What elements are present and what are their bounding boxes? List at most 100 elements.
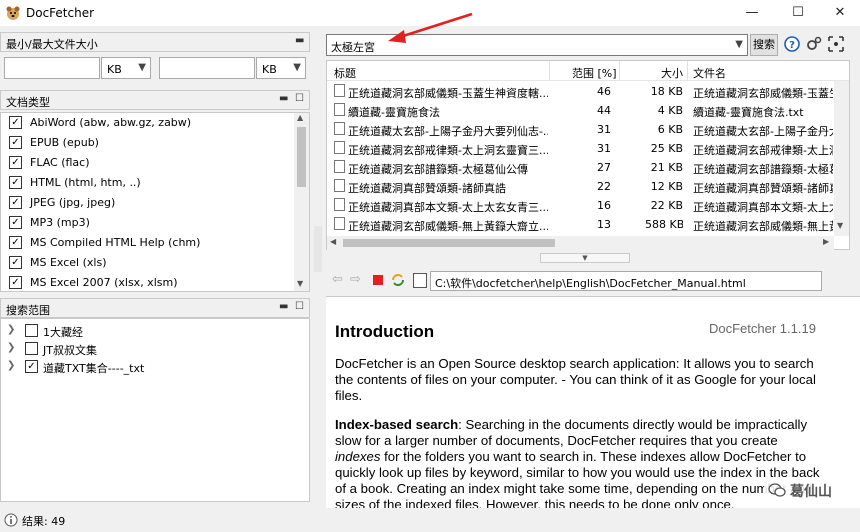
chevron-right-icon[interactable]: ❯ bbox=[7, 360, 15, 371]
row-title: 續道藏-靈寶施食法 bbox=[348, 106, 440, 119]
document-icon bbox=[334, 103, 345, 116]
tree-item-label: JT叔叔文集 bbox=[43, 344, 97, 357]
help-icon[interactable]: ? bbox=[783, 35, 801, 53]
row-score: 44 bbox=[597, 104, 611, 117]
window-title: DocFetcher bbox=[26, 6, 95, 20]
maximize-panel-icon[interactable]: ☐ bbox=[295, 301, 304, 312]
chevron-down-icon[interactable]: ▼ bbox=[735, 39, 743, 50]
back-icon[interactable]: ⇦ bbox=[332, 272, 343, 287]
row-size: 588 KB bbox=[645, 218, 683, 231]
column-header-filename[interactable]: 文件名 bbox=[693, 65, 726, 81]
row-size: 18 KB bbox=[650, 85, 683, 98]
document-preview: Introduction DocFetcher 1.1.19 DocFetche… bbox=[326, 296, 860, 508]
file-type-scrollbar[interactable]: ▲ ▼ bbox=[294, 113, 309, 291]
document-icon bbox=[334, 160, 345, 173]
wechat-icon bbox=[768, 483, 786, 497]
scroll-down-icon[interactable]: ▼ bbox=[297, 279, 303, 288]
minimize-panel-icon[interactable]: ▬ bbox=[295, 35, 304, 46]
scope-title: 搜索范围 bbox=[6, 304, 50, 317]
row-filename: 正统道藏洞玄部威儀類-玉蓋生 bbox=[693, 87, 833, 100]
minimize-panel-icon[interactable]: ▬ bbox=[279, 93, 288, 104]
row-size: 21 KB bbox=[650, 161, 683, 174]
min-size-unit-select[interactable]: KB ▼ bbox=[101, 57, 151, 79]
min-unit-label: KB bbox=[107, 63, 122, 76]
row-title: 正统道藏太玄部-上陽子金丹大要列仙志-... bbox=[348, 125, 548, 138]
table-row[interactable]: 正统道藏洞玄部譜籙類-太極葛仙公傳 27 21 KB 正统道藏洞玄部譜籙類-太極… bbox=[327, 158, 849, 177]
url-field[interactable]: C:\软件\docfetcher\help\English\DocFetcher… bbox=[430, 271, 822, 291]
doc-version: DocFetcher 1.1.19 bbox=[709, 321, 816, 336]
results-vertical-scrollbar[interactable]: ▼ bbox=[834, 81, 849, 236]
status-bar: 结果: 49 bbox=[0, 508, 860, 532]
table-row[interactable]: 正统道藏洞真部本文類-太上太玄女青三... 16 22 KB 正统道藏洞真部本文… bbox=[327, 196, 849, 215]
file-type-label: FLAC (flac) bbox=[30, 156, 90, 169]
gear-icon[interactable] bbox=[805, 35, 823, 53]
refresh-icon[interactable] bbox=[390, 272, 406, 288]
checkbox[interactable]: ✓ bbox=[9, 276, 22, 289]
pane-splitter[interactable] bbox=[314, 226, 322, 272]
info-icon bbox=[4, 513, 18, 527]
checkbox[interactable]: ✓ bbox=[9, 176, 22, 189]
result-count: 结果: 49 bbox=[22, 515, 66, 528]
stop-icon[interactable] bbox=[373, 275, 383, 285]
scope-header: 搜索范围 ▬ ☐ bbox=[0, 298, 310, 318]
row-score: 16 bbox=[597, 199, 611, 212]
file-type-list: ✓ AbiWord (abw, abw.gz, zabw) ✓ EPUB (epub… bbox=[0, 112, 310, 292]
maximize-button[interactable]: ☐ bbox=[778, 0, 818, 26]
page-icon bbox=[413, 273, 427, 288]
min-size-input[interactable] bbox=[4, 57, 100, 79]
doc-text: for the folders you want to search in. T… bbox=[335, 449, 820, 508]
dog-logo-icon bbox=[6, 6, 20, 20]
collapse-handle-icon[interactable]: ▼ bbox=[540, 253, 630, 263]
maximize-panel-icon[interactable]: ☐ bbox=[295, 93, 304, 104]
results-horizontal-scrollbar[interactable]: ◀ ▶ bbox=[327, 236, 834, 250]
checkbox[interactable]: ✓ bbox=[9, 136, 22, 149]
minimize-panel-icon[interactable]: ▬ bbox=[279, 301, 288, 312]
file-type-label: JPEG (jpg, jpeg) bbox=[30, 196, 116, 209]
scroll-left-icon[interactable]: ◀ bbox=[330, 237, 336, 246]
checkbox[interactable]: ✓ bbox=[9, 156, 22, 169]
table-row[interactable]: 正统道藏洞真部贊頌類-諸師真誥 22 12 KB 正统道藏洞真部贊頌類-諸師真 bbox=[327, 177, 849, 196]
maximize-view-icon[interactable] bbox=[827, 35, 845, 53]
checkbox[interactable]: ✓ bbox=[9, 236, 22, 249]
scroll-track[interactable] bbox=[837, 87, 846, 217]
minimize-button[interactable]: — bbox=[732, 0, 772, 26]
row-score: 46 bbox=[597, 85, 611, 98]
checkbox[interactable]: ✓ bbox=[9, 196, 22, 209]
table-row[interactable]: 正统道藏洞玄部威儀類-無上黃籙大齋立... 13 588 KB 正统道藏洞玄部威… bbox=[327, 215, 849, 234]
row-title: 正统道藏洞玄部戒律類-太上洞玄靈寶三... bbox=[348, 144, 548, 157]
checkbox[interactable]: ✓ bbox=[25, 360, 38, 373]
row-filename: 正统道藏洞真部本文類-太上太 bbox=[693, 201, 833, 214]
scroll-thumb[interactable] bbox=[297, 127, 306, 187]
file-types-header: 文档类型 ▬ ☐ bbox=[0, 90, 310, 110]
max-size-input[interactable] bbox=[159, 57, 255, 79]
scroll-up-icon[interactable]: ▲ bbox=[297, 113, 303, 122]
scroll-right-icon[interactable]: ▶ bbox=[823, 237, 829, 246]
chevron-right-icon[interactable]: ❯ bbox=[7, 342, 15, 353]
document-icon bbox=[334, 122, 345, 135]
table-row[interactable]: 續道藏-靈寶施食法 44 4 KB 續道藏-靈寶施食法.txt bbox=[327, 101, 849, 120]
checkbox[interactable]: ✓ bbox=[9, 256, 22, 269]
checkbox[interactable] bbox=[25, 342, 38, 355]
scroll-down-icon[interactable]: ▼ bbox=[837, 221, 843, 230]
doc-paragraph-1: DocFetcher is an Open Source desktop sea… bbox=[335, 356, 816, 403]
column-header-title[interactable]: 标题 bbox=[334, 65, 356, 81]
column-header-size[interactable]: 大小 bbox=[661, 65, 683, 81]
search-button[interactable]: 搜索 bbox=[750, 34, 778, 56]
max-unit-label: KB bbox=[262, 63, 277, 76]
table-row[interactable]: 正统道藏太玄部-上陽子金丹大要列仙志-... 31 6 KB 正统道藏太玄部-上… bbox=[327, 120, 849, 139]
checkbox[interactable]: ✓ bbox=[9, 116, 22, 129]
forward-icon[interactable]: ⇨ bbox=[350, 272, 361, 287]
table-row[interactable]: 正统道藏洞玄部威儀類-玉蓋生神資度轄... 46 18 KB 正统道藏洞玄部威儀… bbox=[327, 82, 849, 101]
scroll-thumb[interactable] bbox=[343, 239, 555, 247]
row-size: 12 KB bbox=[650, 180, 683, 193]
row-filename: 正统道藏太玄部-上陽子金丹大 bbox=[693, 125, 833, 138]
column-header-score[interactable]: 范围 [%] bbox=[572, 65, 617, 81]
row-title: 正统道藏洞玄部威儀類-玉蓋生神資度轄... bbox=[348, 87, 548, 100]
checkbox[interactable]: ✓ bbox=[9, 216, 22, 229]
table-row[interactable]: 正统道藏洞玄部戒律類-太上洞玄靈寶三... 31 25 KB 正统道藏洞玄部戒律… bbox=[327, 139, 849, 158]
chevron-right-icon[interactable]: ❯ bbox=[7, 324, 15, 335]
file-type-label: EPUB (epub) bbox=[30, 136, 99, 149]
checkbox[interactable] bbox=[25, 324, 38, 337]
max-size-unit-select[interactable]: KB ▼ bbox=[256, 57, 306, 79]
close-button[interactable]: ✕ bbox=[820, 0, 860, 26]
